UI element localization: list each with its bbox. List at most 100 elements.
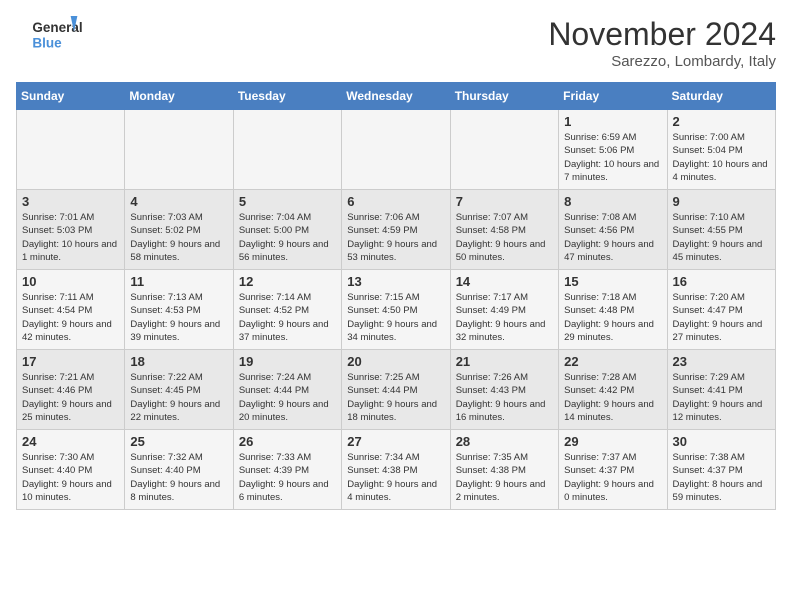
day-number: 12 [239,274,336,289]
day-number: 23 [673,354,770,369]
day-number: 25 [130,434,227,449]
day-number: 20 [347,354,444,369]
day-info: Sunrise: 7:22 AM Sunset: 4:45 PM Dayligh… [130,371,227,424]
calendar-cell [342,110,450,190]
calendar-cell: 1 Sunrise: 6:59 AM Sunset: 5:06 PM Daylig… [559,110,667,190]
day-info: Sunrise: 7:33 AM Sunset: 4:39 PM Dayligh… [239,451,336,504]
day-info: Sunrise: 7:28 AM Sunset: 4:42 PM Dayligh… [564,371,661,424]
day-number: 17 [22,354,119,369]
day-info: Sunrise: 7:07 AM Sunset: 4:58 PM Dayligh… [456,211,553,264]
calendar-cell: 16Sunrise: 7:20 AM Sunset: 4:47 PM Dayli… [667,270,775,350]
day-number: 3 [22,194,119,209]
day-info: Sunrise: 6:59 AM Sunset: 5:06 PM Dayligh… [564,131,661,184]
calendar-week-row: 1 Sunrise: 6:59 AM Sunset: 5:06 PM Daylig… [17,110,776,190]
calendar-cell: 27 Sunrise: 7:34 AM Sunset: 4:38 PM Dayli… [342,430,450,510]
weekday-header: Wednesday [342,83,450,110]
weekday-header: Monday [125,83,233,110]
day-info: Sunrise: 7:38 AM Sunset: 4:37 PM Dayligh… [673,451,770,504]
day-info: Sunrise: 7:00 AM Sunset: 5:04 PM Dayligh… [673,131,770,184]
calendar-cell: 12Sunrise: 7:14 AM Sunset: 4:52 PM Dayli… [233,270,341,350]
calendar-cell: 22 Sunrise: 7:28 AM Sunset: 4:42 PM Dayli… [559,350,667,430]
calendar-cell: 5Sunrise: 7:04 AM Sunset: 5:00 PM Daylig… [233,190,341,270]
calendar-table: SundayMondayTuesdayWednesdayThursdayFrid… [16,82,776,510]
svg-text:Blue: Blue [32,36,62,51]
day-info: Sunrise: 7:03 AM Sunset: 5:02 PM Dayligh… [130,211,227,264]
calendar-cell: 4Sunrise: 7:03 AM Sunset: 5:02 PM Daylig… [125,190,233,270]
day-number: 28 [456,434,553,449]
day-info: Sunrise: 7:34 AM Sunset: 4:38 PM Dayligh… [347,451,444,504]
logo-icon: General Blue [16,16,96,52]
day-number: 7 [456,194,553,209]
weekday-header: Sunday [17,83,125,110]
day-number: 30 [673,434,770,449]
day-number: 19 [239,354,336,369]
day-info: Sunrise: 7:25 AM Sunset: 4:44 PM Dayligh… [347,371,444,424]
calendar-cell: 19 Sunrise: 7:24 AM Sunset: 4:44 PM Dayli… [233,350,341,430]
day-number: 2 [673,114,770,129]
calendar-cell: 7 Sunrise: 7:07 AM Sunset: 4:58 PM Daylig… [450,190,558,270]
calendar-cell [17,110,125,190]
title-block: November 2024 Sarezzo, Lombardy, Italy [548,16,776,70]
day-info: Sunrise: 7:20 AM Sunset: 4:47 PM Dayligh… [673,291,770,344]
day-info: Sunrise: 7:06 AM Sunset: 4:59 PM Dayligh… [347,211,444,264]
calendar-cell: 6 Sunrise: 7:06 AM Sunset: 4:59 PM Daylig… [342,190,450,270]
day-info: Sunrise: 7:24 AM Sunset: 4:44 PM Dayligh… [239,371,336,424]
day-info: Sunrise: 7:26 AM Sunset: 4:43 PM Dayligh… [456,371,553,424]
day-number: 14 [456,274,553,289]
day-info: Sunrise: 7:35 AM Sunset: 4:38 PM Dayligh… [456,451,553,504]
calendar-cell: 23 Sunrise: 7:29 AM Sunset: 4:41 PM Dayli… [667,350,775,430]
calendar-cell: 20 Sunrise: 7:25 AM Sunset: 4:44 PM Dayli… [342,350,450,430]
day-info: Sunrise: 7:30 AM Sunset: 4:40 PM Dayligh… [22,451,119,504]
day-number: 29 [564,434,661,449]
day-number: 1 [564,114,661,129]
day-number: 10 [22,274,119,289]
calendar-cell: 18 Sunrise: 7:22 AM Sunset: 4:45 PM Dayli… [125,350,233,430]
weekday-header: Friday [559,83,667,110]
location: Sarezzo, Lombardy, Italy [548,53,776,70]
page-header: General Blue November 2024 Sarezzo, Lomb… [16,16,776,70]
day-number: 21 [456,354,553,369]
calendar-week-row: 3 Sunrise: 7:01 AM Sunset: 5:03 PM Daylig… [17,190,776,270]
calendar-cell: 21 Sunrise: 7:26 AM Sunset: 4:43 PM Dayli… [450,350,558,430]
calendar-cell: 2 Sunrise: 7:00 AM Sunset: 5:04 PM Daylig… [667,110,775,190]
month-title: November 2024 [548,16,776,53]
calendar-cell: 17 Sunrise: 7:21 AM Sunset: 4:46 PM Dayli… [17,350,125,430]
day-number: 11 [130,274,227,289]
calendar-cell: 25 Sunrise: 7:32 AM Sunset: 4:40 PM Dayli… [125,430,233,510]
calendar-week-row: 17 Sunrise: 7:21 AM Sunset: 4:46 PM Dayli… [17,350,776,430]
day-info: Sunrise: 7:29 AM Sunset: 4:41 PM Dayligh… [673,371,770,424]
day-number: 13 [347,274,444,289]
calendar-cell: 9 Sunrise: 7:10 AM Sunset: 4:55 PM Daylig… [667,190,775,270]
calendar-cell: 24 Sunrise: 7:30 AM Sunset: 4:40 PM Dayli… [17,430,125,510]
day-number: 22 [564,354,661,369]
calendar-cell [125,110,233,190]
day-info: Sunrise: 7:37 AM Sunset: 4:37 PM Dayligh… [564,451,661,504]
calendar-cell: 26 Sunrise: 7:33 AM Sunset: 4:39 PM Dayli… [233,430,341,510]
day-number: 26 [239,434,336,449]
day-info: Sunrise: 7:18 AM Sunset: 4:48 PM Dayligh… [564,291,661,344]
calendar-cell: 15 Sunrise: 7:18 AM Sunset: 4:48 PM Dayli… [559,270,667,350]
day-number: 18 [130,354,227,369]
calendar-cell: 13Sunrise: 7:15 AM Sunset: 4:50 PM Dayli… [342,270,450,350]
day-number: 6 [347,194,444,209]
day-number: 15 [564,274,661,289]
calendar-cell: 28 Sunrise: 7:35 AM Sunset: 4:38 PM Dayli… [450,430,558,510]
day-number: 27 [347,434,444,449]
day-number: 24 [22,434,119,449]
weekday-header: Thursday [450,83,558,110]
calendar-cell: 3 Sunrise: 7:01 AM Sunset: 5:03 PM Daylig… [17,190,125,270]
calendar-cell: 8Sunrise: 7:08 AM Sunset: 4:56 PM Daylig… [559,190,667,270]
day-number: 9 [673,194,770,209]
calendar-cell: 29 Sunrise: 7:37 AM Sunset: 4:37 PM Dayli… [559,430,667,510]
calendar-cell: 10Sunrise: 7:11 AM Sunset: 4:54 PM Dayli… [17,270,125,350]
day-info: Sunrise: 7:32 AM Sunset: 4:40 PM Dayligh… [130,451,227,504]
calendar-cell: 14 Sunrise: 7:17 AM Sunset: 4:49 PM Dayli… [450,270,558,350]
day-info: Sunrise: 7:21 AM Sunset: 4:46 PM Dayligh… [22,371,119,424]
day-info: Sunrise: 7:01 AM Sunset: 5:03 PM Dayligh… [22,211,119,264]
day-info: Sunrise: 7:17 AM Sunset: 4:49 PM Dayligh… [456,291,553,344]
day-info: Sunrise: 7:13 AM Sunset: 4:53 PM Dayligh… [130,291,227,344]
day-info: Sunrise: 7:10 AM Sunset: 4:55 PM Dayligh… [673,211,770,264]
calendar-cell [450,110,558,190]
day-info: Sunrise: 7:08 AM Sunset: 4:56 PM Dayligh… [564,211,661,264]
calendar-cell: 30 Sunrise: 7:38 AM Sunset: 4:37 PM Dayli… [667,430,775,510]
